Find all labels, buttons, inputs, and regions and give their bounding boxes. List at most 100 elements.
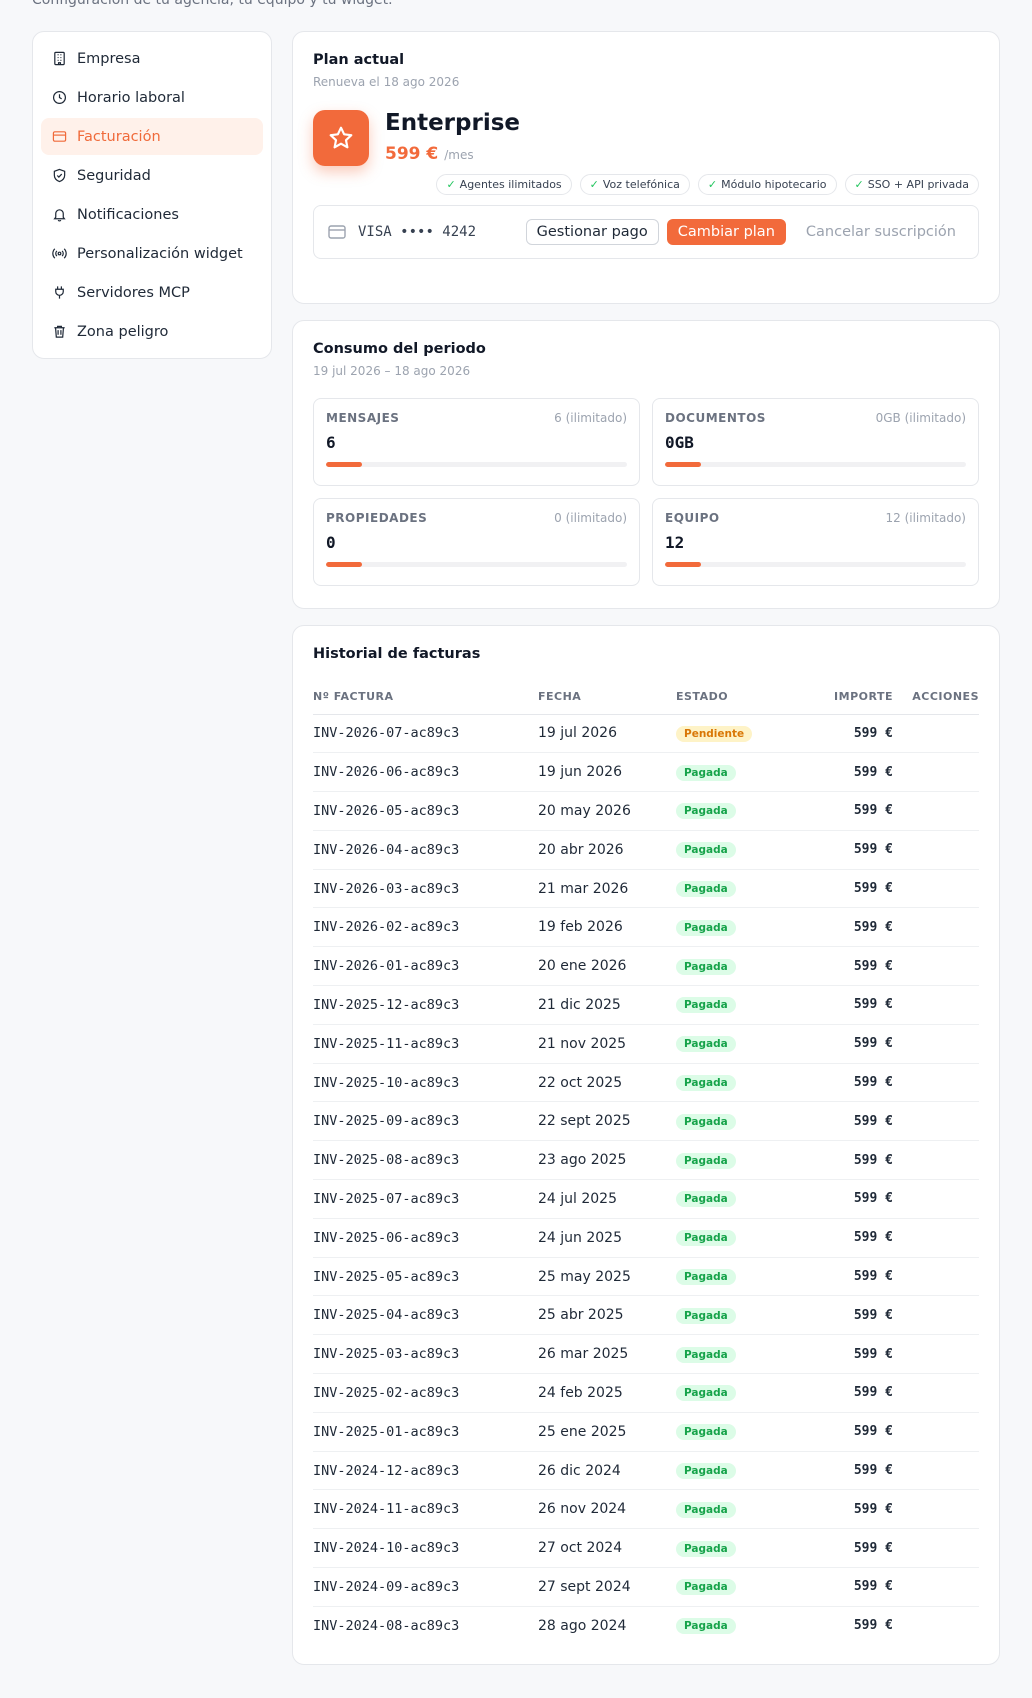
plan-feature-label: Agentes ilimitados <box>459 178 562 191</box>
change-plan-button[interactable]: Cambiar plan <box>666 219 786 245</box>
sidebar-item-label: Facturación <box>77 128 161 145</box>
sidebar-item-personalización-widget[interactable]: Personalización widget <box>41 235 263 272</box>
invoice-amount: 599 € <box>796 791 893 831</box>
invoice-amount: 599 € <box>796 1257 893 1297</box>
table-row: INV-2024-12-ac89c3 26 dic 2024 Pagada 599 € <box>313 1451 979 1491</box>
col-invoice-number: Nº FACTURA <box>313 680 538 715</box>
invoice-amount: 599 € <box>796 1101 893 1142</box>
invoice-amount: 599 € <box>796 946 893 987</box>
sidebar-item-horario-laboral[interactable]: Horario laboral <box>41 79 263 116</box>
table-row: INV-2026-05-ac89c3 20 may 2026 Pagada 599 € <box>313 791 979 831</box>
cancel-subscription-button[interactable]: Cancelar suscripción <box>806 224 956 240</box>
invoice-amount: 599 € <box>796 1451 893 1491</box>
status-badge: Pagada <box>676 764 736 781</box>
invoice-amount: 599 € <box>796 869 893 909</box>
invoice-number: INV-2025-08-ac89c3 <box>313 1140 538 1181</box>
invoice-amount: 599 € <box>796 1179 893 1219</box>
invoice-amount: 599 € <box>796 1140 893 1181</box>
sidebar-item-label: Zona peligro <box>77 323 169 340</box>
invoice-date: 26 dic 2024 <box>538 1451 676 1491</box>
check-icon: ✓ <box>446 178 456 191</box>
sidebar-item-servidores-mcp[interactable]: Servidores MCP <box>41 274 263 311</box>
invoice-status-cell: Pagada <box>676 1373 796 1413</box>
table-row: INV-2025-07-ac89c3 24 jul 2025 Pagada 599 € <box>313 1179 979 1219</box>
invoice-amount: 599 € <box>796 1567 893 1607</box>
sidebar-item-notificaciones[interactable]: Notificaciones <box>41 196 263 233</box>
invoice-status-cell: Pagada <box>676 1451 796 1491</box>
invoice-number: INV-2026-03-ac89c3 <box>313 869 538 909</box>
invoice-date: 22 sept 2025 <box>538 1101 676 1142</box>
invoice-amount: 599 € <box>796 1024 893 1064</box>
clock-icon <box>52 90 67 105</box>
table-row: INV-2025-01-ac89c3 25 ene 2025 Pagada 599 € <box>313 1412 979 1452</box>
invoice-amount: 599 € <box>796 1295 893 1336</box>
metric-progress-bar <box>665 462 966 467</box>
invoice-date: 25 may 2025 <box>538 1257 676 1297</box>
table-row: INV-2025-12-ac89c3 21 dic 2025 Pagada 599 € <box>313 985 979 1025</box>
invoice-date: 24 jul 2025 <box>538 1179 676 1219</box>
invoice-status-cell: Pagada <box>676 1179 796 1219</box>
sidebar-item-label: Servidores MCP <box>77 284 190 301</box>
invoice-status-cell: Pagada <box>676 1334 796 1375</box>
invoice-actions <box>893 985 979 1025</box>
metric-progress-fill <box>326 462 363 467</box>
sidebar-item-empresa[interactable]: Empresa <box>41 40 263 77</box>
status-badge: Pendiente <box>676 725 753 742</box>
invoice-status-cell: Pagada <box>676 1295 796 1336</box>
usage-metric-documentos: DOCUMENTOS 0GB (ilimitado) 0GB <box>652 398 979 486</box>
sidebar-item-zona-peligro[interactable]: Zona peligro <box>41 313 263 350</box>
trash-icon <box>52 324 67 339</box>
invoice-number: INV-2025-06-ac89c3 <box>313 1218 538 1258</box>
metric-label: DOCUMENTOS <box>665 411 766 425</box>
invoice-status-cell: Pagada <box>676 946 796 987</box>
status-badge: Pagada <box>676 1191 736 1208</box>
invoice-status-cell: Pagada <box>676 1528 796 1569</box>
invoice-actions <box>893 1606 979 1645</box>
status-badge: Pagada <box>676 1269 736 1286</box>
invoice-number: INV-2026-05-ac89c3 <box>313 791 538 831</box>
invoice-amount: 599 € <box>796 1528 893 1569</box>
invoice-date: 28 ago 2024 <box>538 1617 627 1634</box>
sidebar-item-label: Seguridad <box>77 167 151 184</box>
invoice-date: 22 oct 2025 <box>538 1063 676 1103</box>
invoice-date: 25 abr 2025 <box>538 1295 676 1336</box>
metric-progress-bar <box>665 562 966 567</box>
table-row: INV-2025-08-ac89c3 23 ago 2025 Pagada 599 € <box>313 1140 979 1181</box>
sidebar-item-facturación[interactable]: Facturación <box>41 118 263 155</box>
invoice-actions <box>893 1218 979 1258</box>
metric-label: EQUIPO <box>665 511 720 525</box>
metric-progress-fill <box>665 462 702 467</box>
status-badge: Pagada <box>676 1424 736 1441</box>
metric-label: MENSAJES <box>326 411 400 425</box>
manage-payment-button[interactable]: Gestionar pago <box>525 219 659 245</box>
check-icon: ✓ <box>589 178 599 191</box>
invoice-amount: 599 € <box>796 985 893 1025</box>
invoice-amount: 599 € <box>796 907 893 948</box>
invoice-date: 27 sept 2024 <box>538 1567 676 1607</box>
table-row: INV-2025-06-ac89c3 24 jun 2025 Pagada 599 € <box>313 1218 979 1258</box>
invoice-status-cell: Pagada <box>676 1218 796 1258</box>
invoice-amount: 599 € <box>796 1489 893 1530</box>
invoice-date: 24 jun 2025 <box>538 1218 676 1258</box>
plan-feature-label: SSO + API privada <box>867 178 969 191</box>
plan-price-period: /mes <box>444 148 474 162</box>
status-badge: Pagada <box>676 958 736 975</box>
metric-progress-bar <box>326 562 627 567</box>
invoice-number: INV-2024-08-ac89c3 <box>313 1617 460 1634</box>
usage-metric-propiedades: PROPIEDADES 0 (ilimitado) 0 <box>313 498 640 586</box>
invoice-date: 20 abr 2026 <box>538 830 676 870</box>
sidebar-item-seguridad[interactable]: Seguridad <box>41 157 263 194</box>
invoice-amount: 599 € <box>853 1618 893 1634</box>
status-badge: Pagada <box>676 1540 736 1557</box>
usage-card: Consumo del periodo 19 jul 2026 – 18 ago… <box>292 320 1000 609</box>
shield-icon <box>52 168 67 183</box>
status-badge: Pagada <box>676 1307 736 1324</box>
invoice-date: 21 nov 2025 <box>538 1024 676 1064</box>
invoice-date: 20 ene 2026 <box>538 946 676 987</box>
invoice-amount: 599 € <box>796 1373 893 1413</box>
check-icon: ✓ <box>854 178 864 191</box>
sidebar-item-label: Notificaciones <box>77 206 179 223</box>
status-badge: Pagada <box>676 1152 736 1169</box>
invoices-card-title: Historial de facturas <box>313 646 481 662</box>
status-badge: Pagada <box>676 1463 736 1480</box>
